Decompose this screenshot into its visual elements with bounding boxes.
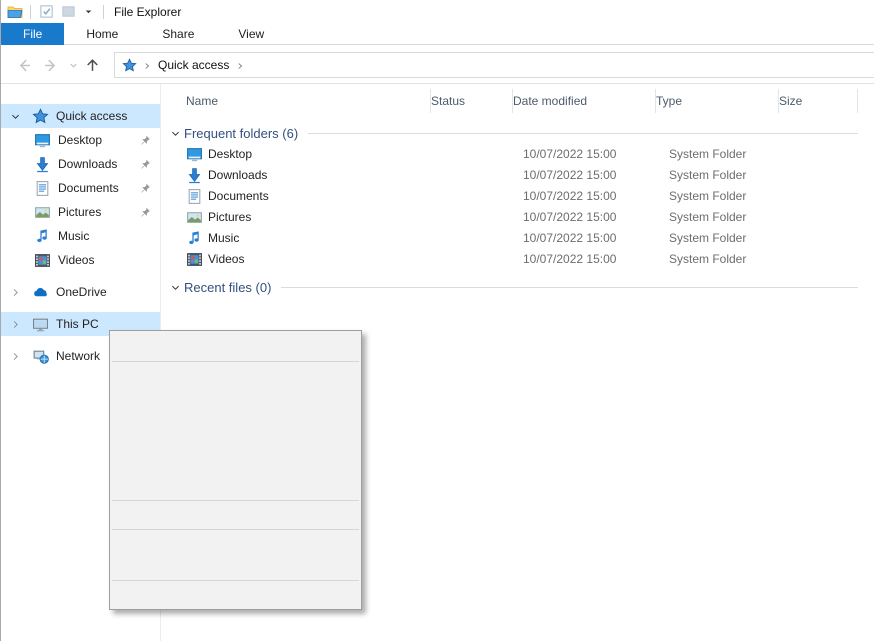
- qat-dropdown-icon[interactable]: [79, 3, 97, 21]
- divider: [103, 5, 104, 19]
- breadcrumb-location[interactable]: Quick access: [158, 58, 229, 72]
- column-header-date-modified[interactable]: Date modified: [513, 89, 656, 113]
- navigation-bar: Quick access: [1, 46, 874, 83]
- quick-access-star-icon: [32, 108, 49, 125]
- desktop-icon: [186, 146, 203, 163]
- context-menu-item-properties[interactable]: [110, 584, 361, 606]
- sidebar-item-music[interactable]: Music: [1, 224, 160, 248]
- context-menu-item-expand[interactable]: [110, 334, 361, 358]
- sidebar-item-pictures[interactable]: Pictures: [1, 200, 160, 224]
- videos-icon: [186, 251, 203, 268]
- tab-home[interactable]: Home: [64, 23, 140, 45]
- download-icon: [186, 167, 203, 184]
- history-dropdown-icon[interactable]: [63, 55, 83, 75]
- sidebar-item-desktop[interactable]: Desktop: [1, 128, 160, 152]
- file-row-downloads[interactable]: Downloads 10/07/2022 15:00 System Folder: [161, 165, 874, 186]
- menu-separator: [112, 500, 359, 501]
- chevron-down-icon[interactable]: [169, 128, 181, 139]
- context-menu-item-delete[interactable]: [110, 533, 361, 555]
- context-menu-item-pin-to-quick-access[interactable]: [110, 453, 361, 475]
- context-menu-item-disconnect-network-drive[interactable]: [110, 475, 361, 497]
- pin-icon: [139, 157, 152, 170]
- ribbon-tabs: FileHomeShareView: [1, 23, 874, 45]
- chevron-right-icon[interactable]: [9, 287, 21, 298]
- title-bar: File Explorer: [1, 0, 874, 23]
- group-header-recent-files[interactable]: Recent files (0): [161, 276, 874, 298]
- download-icon: [34, 156, 51, 173]
- context-menu: [109, 330, 362, 610]
- new-folder-icon[interactable]: [59, 3, 77, 21]
- onedrive-icon: [32, 284, 49, 301]
- menu-separator: [112, 580, 359, 581]
- sidebar-item-documents[interactable]: Documents: [1, 176, 160, 200]
- pictures-icon: [186, 209, 203, 226]
- address-bar[interactable]: Quick access: [114, 52, 874, 78]
- desktop-icon: [34, 132, 51, 149]
- pin-icon: [139, 205, 152, 218]
- menu-separator: [112, 361, 359, 362]
- chevron-right-icon[interactable]: [9, 319, 21, 330]
- explorer-logo-icon: [6, 3, 24, 21]
- sidebar-item-onedrive[interactable]: OneDrive: [1, 280, 160, 304]
- file-row-documents[interactable]: Documents 10/07/2022 15:00 System Folder: [161, 186, 874, 207]
- forward-icon[interactable]: [41, 55, 61, 75]
- tab-view[interactable]: View: [216, 23, 286, 45]
- tab-share[interactable]: Share: [140, 23, 216, 45]
- sidebar-item-downloads[interactable]: Downloads: [1, 152, 160, 176]
- group-rule: [281, 287, 858, 288]
- sidebar-item-videos[interactable]: Videos: [1, 248, 160, 272]
- sidebar-item-quick-access[interactable]: Quick access: [1, 104, 160, 128]
- pin-icon: [139, 133, 152, 146]
- context-menu-item-rename[interactable]: [110, 555, 361, 577]
- this-pc-icon: [32, 316, 49, 333]
- file-row-pictures[interactable]: Pictures 10/07/2022 15:00 System Folder: [161, 207, 874, 228]
- context-menu-item-map-network-drive[interactable]: [110, 409, 361, 431]
- column-header-size[interactable]: Size: [779, 89, 858, 113]
- context-menu-item-pin-to-start[interactable]: [110, 387, 361, 409]
- column-header-type[interactable]: Type: [656, 89, 779, 113]
- menu-separator: [112, 529, 359, 530]
- quick-access-star-icon: [122, 57, 137, 72]
- document-icon: [186, 188, 203, 205]
- breadcrumb-chevron-icon[interactable]: [235, 58, 245, 72]
- group-rule: [308, 133, 858, 134]
- context-menu-item-add-a-network-location[interactable]: [110, 504, 361, 526]
- context-menu-item-open-in-new-window[interactable]: [110, 431, 361, 453]
- divider: [30, 5, 31, 19]
- chevron-down-icon[interactable]: [169, 282, 181, 293]
- up-icon[interactable]: [82, 55, 102, 75]
- music-icon: [34, 228, 51, 245]
- context-menu-item-manage[interactable]: [110, 365, 361, 387]
- properties-icon[interactable]: [37, 3, 55, 21]
- music-icon: [186, 230, 203, 247]
- tab-file[interactable]: File: [1, 23, 64, 45]
- file-row-videos[interactable]: Videos 10/07/2022 15:00 System Folder: [161, 249, 874, 270]
- chevron-right-icon[interactable]: [9, 351, 21, 362]
- group-header-frequent-folders[interactable]: Frequent folders (6): [161, 122, 874, 144]
- back-icon[interactable]: [13, 55, 33, 75]
- file-row-music[interactable]: Music 10/07/2022 15:00 System Folder: [161, 228, 874, 249]
- document-icon: [34, 180, 51, 197]
- file-row-desktop[interactable]: Desktop 10/07/2022 15:00 System Folder: [161, 144, 874, 165]
- pin-icon: [139, 181, 152, 194]
- window-title: File Explorer: [114, 5, 181, 19]
- breadcrumb-chevron-icon[interactable]: [142, 58, 152, 72]
- pictures-icon: [34, 204, 51, 221]
- column-header-name[interactable]: Name: [186, 89, 431, 113]
- column-headers: NameStatusDate modifiedTypeSize: [161, 86, 874, 116]
- chevron-down-icon[interactable]: [9, 111, 21, 122]
- column-header-status[interactable]: Status: [431, 89, 513, 113]
- videos-icon: [34, 252, 51, 269]
- network-icon: [32, 348, 49, 365]
